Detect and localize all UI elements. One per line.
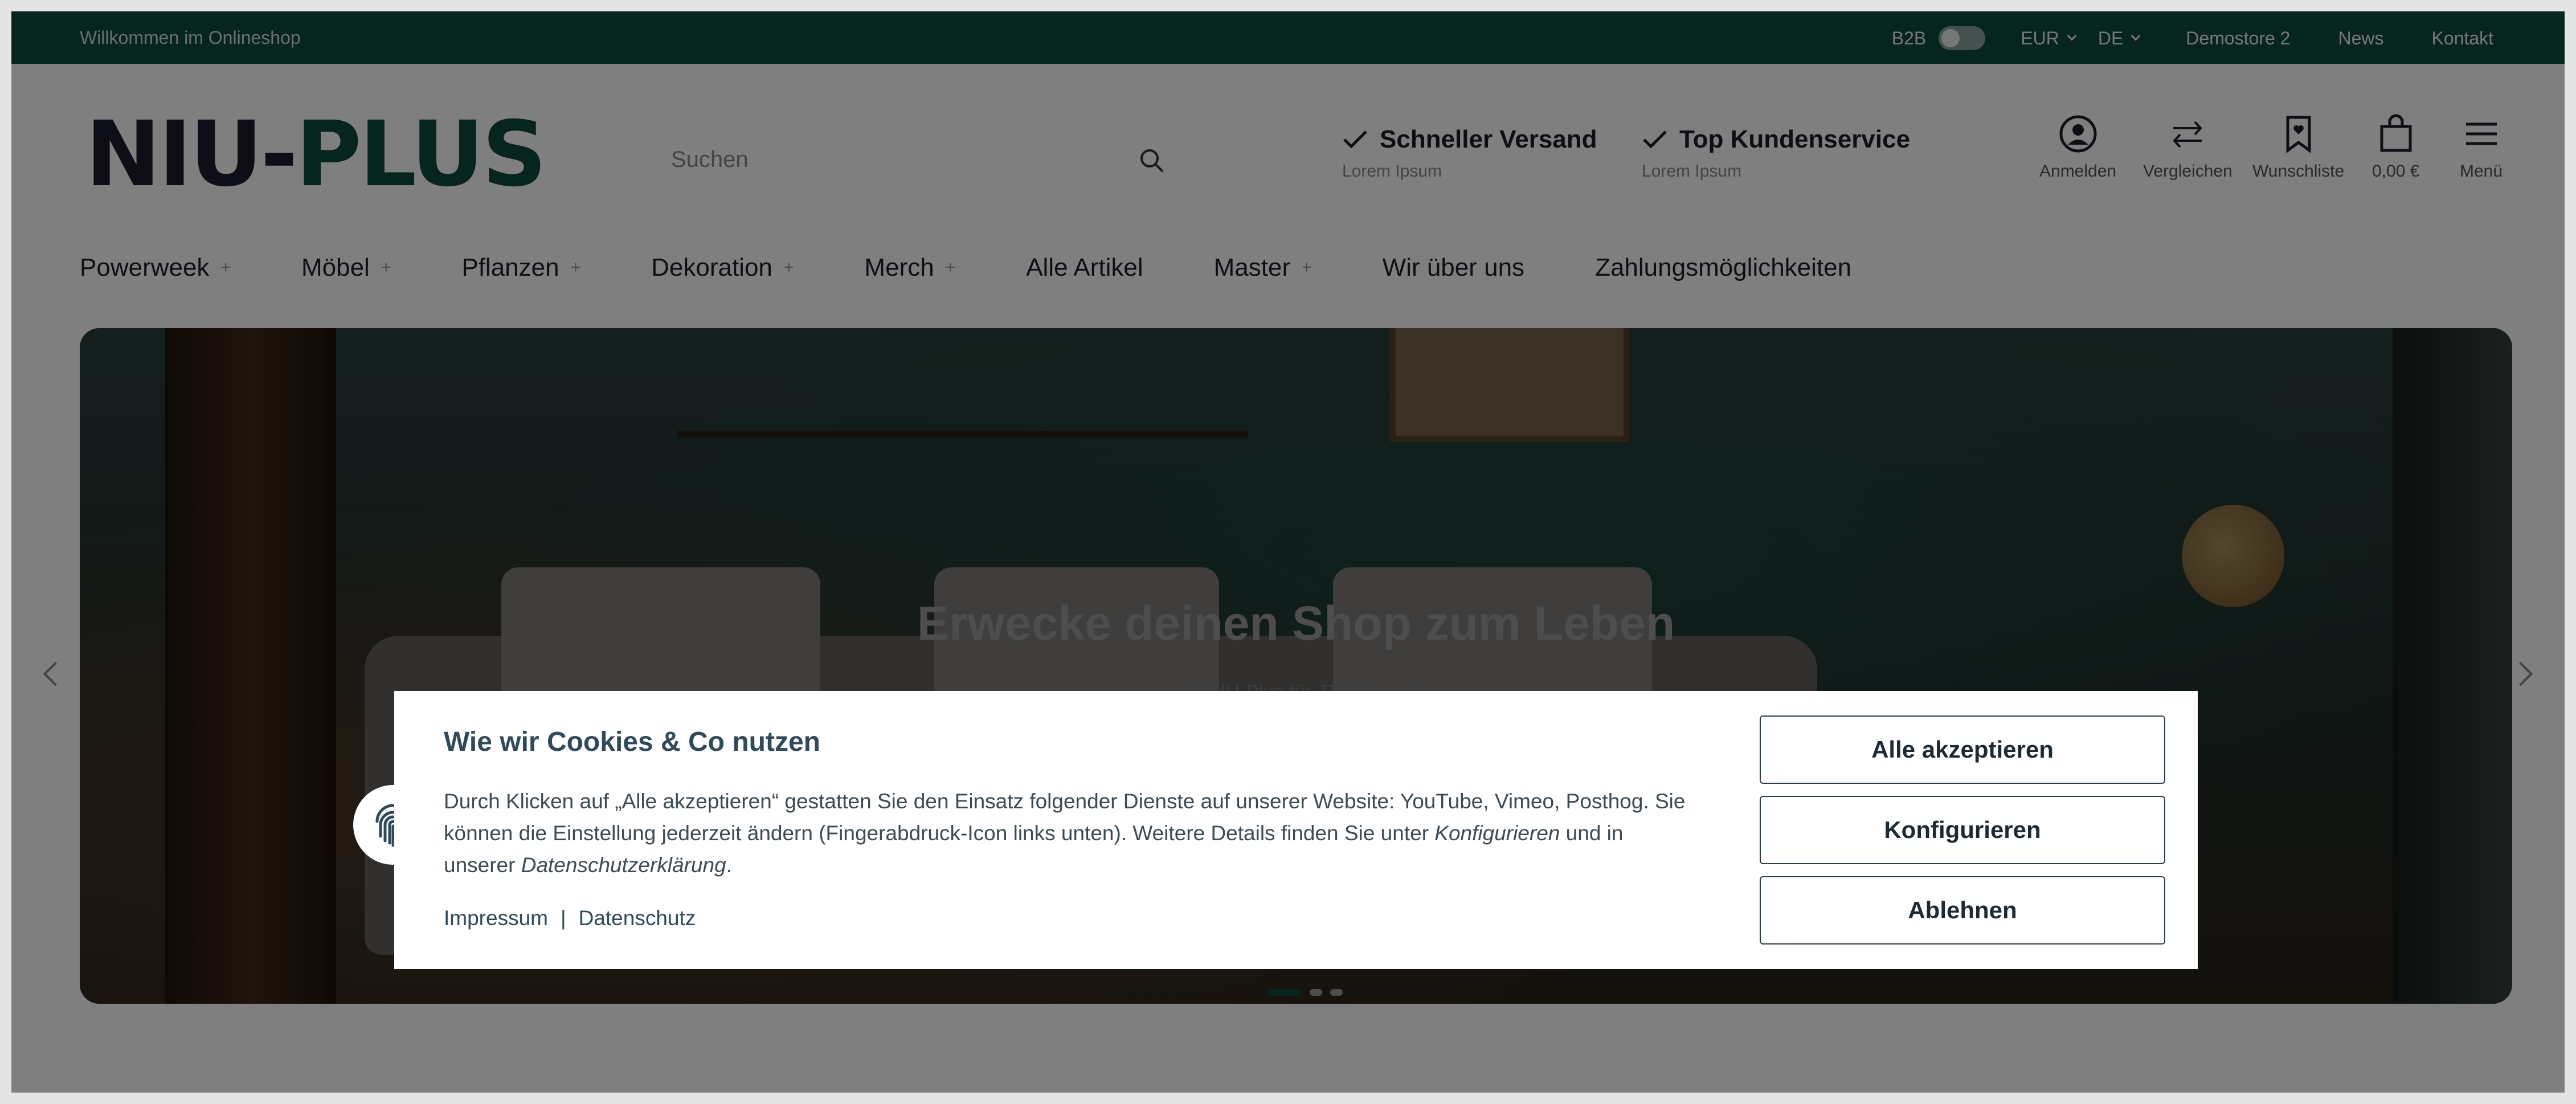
link-separator: | — [560, 906, 566, 930]
datenschutz-link[interactable]: Datenschutz — [579, 906, 696, 930]
impressum-link[interactable]: Impressum — [444, 906, 548, 930]
cookie-title: Wie wir Cookies & Co nutzen — [444, 727, 820, 757]
cookie-text-configure: Konfigurieren — [1434, 821, 1560, 845]
configure-button[interactable]: Konfigurieren — [1760, 796, 2165, 864]
cookie-text-privacy: Datenschutzerklärung — [521, 853, 726, 877]
cookie-links: Impressum | Datenschutz — [444, 906, 696, 930]
reject-button[interactable]: Ablehnen — [1760, 876, 2165, 944]
cookie-text-part3: . — [726, 853, 732, 877]
cookie-text: Durch Klicken auf „Alle akzeptieren“ ges… — [444, 786, 1697, 881]
browser-page: Willkommen im Onlineshop B2B EUR DE Demo… — [11, 11, 2565, 1093]
accept-all-button[interactable]: Alle akzeptieren — [1760, 715, 2165, 784]
cookie-consent-banner: Wie wir Cookies & Co nutzen Durch Klicke… — [394, 691, 2198, 969]
